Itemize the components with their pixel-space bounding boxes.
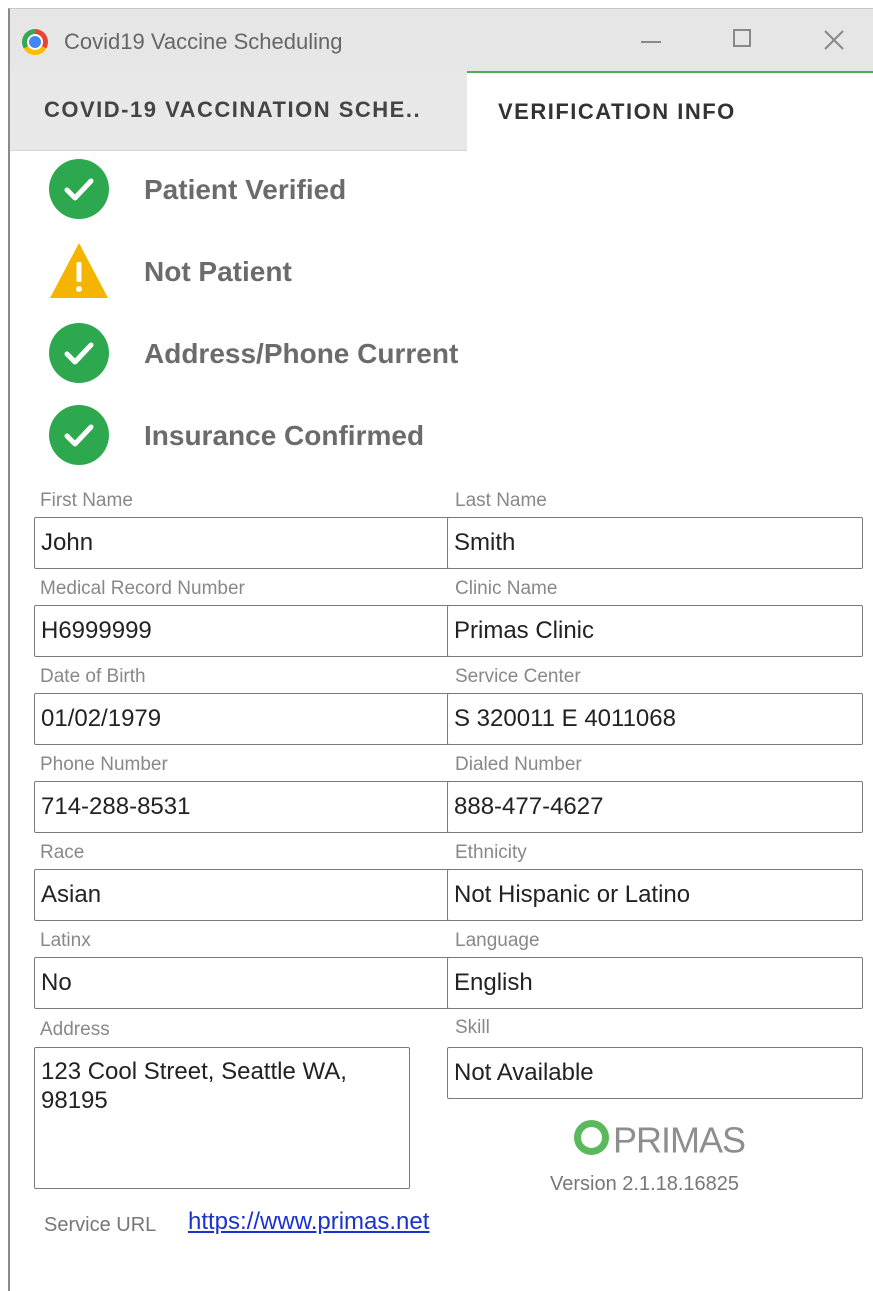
close-icon (824, 30, 844, 50)
service-center-label: Service Center (455, 666, 581, 687)
latinx-label: Latinx (40, 930, 91, 951)
clinic-name-field[interactable]: Primas Clinic (447, 605, 863, 657)
warning-triangle-icon (50, 243, 108, 298)
dialed-number-field[interactable]: 888-477-4627 (447, 781, 863, 833)
primas-logo: PRIMAS (574, 1117, 746, 1161)
dob-field[interactable]: 01/02/1979 (34, 693, 450, 745)
phone-label: Phone Number (40, 754, 168, 775)
logo-ring-icon (574, 1119, 609, 1155)
first-name-label: First Name (40, 490, 133, 511)
app-window: Covid19 Vaccine Scheduling COVID-19 VACC… (8, 8, 873, 1291)
status-insurance-confirmed: Insurance Confirmed (48, 404, 648, 468)
clinic-name-label: Clinic Name (455, 578, 558, 599)
window-title: Covid19 Vaccine Scheduling (64, 29, 343, 54)
tab-vaccination-scheduling[interactable]: COVID-19 VACCINATION SCHE.. (10, 71, 467, 151)
dob-label: Date of Birth (40, 666, 146, 687)
address-field[interactable]: 123 Cool Street, Seattle WA, 98195 (34, 1047, 410, 1189)
status-label: Patient Verified (144, 174, 347, 205)
check-circle-icon (49, 323, 109, 383)
skill-field[interactable]: Not Available (447, 1047, 863, 1099)
mrn-field[interactable]: H6999999 (34, 605, 450, 657)
tab-strip: COVID-19 VACCINATION SCHE.. VERIFICATION… (10, 71, 873, 151)
status-label: Not Patient (144, 256, 292, 287)
version-text: Version 2.1.18.16825 (550, 1173, 740, 1195)
address-label: Address (40, 1019, 110, 1040)
race-field[interactable]: Asian (34, 869, 450, 921)
dialed-number-label: Dialed Number (455, 754, 582, 775)
language-label: Language (455, 930, 540, 951)
ethnicity-label: Ethnicity (455, 842, 527, 863)
chrome-icon (22, 29, 48, 55)
status-label: Address/Phone Current (144, 338, 459, 369)
logo-text: PRIMAS (613, 1119, 746, 1161)
check-circle-icon (49, 405, 109, 465)
service-center-field[interactable]: S 320011 E 4011068 (447, 693, 863, 745)
close-button[interactable] (814, 23, 854, 57)
title-bar: Covid19 Vaccine Scheduling (10, 9, 873, 71)
skill-label: Skill (455, 1017, 490, 1038)
mrn-label: Medical Record Number (40, 578, 245, 599)
status-label: Insurance Confirmed (144, 420, 425, 451)
ethnicity-field[interactable]: Not Hispanic or Latino (447, 869, 863, 921)
race-label: Race (40, 842, 85, 863)
status-patient-verified: Patient Verified (48, 158, 648, 222)
minimize-icon (641, 41, 661, 43)
check-circle-icon (49, 159, 109, 219)
language-field[interactable]: English (447, 957, 863, 1009)
status-not-patient: Not Patient (48, 240, 648, 304)
first-name-field[interactable]: John (34, 517, 450, 569)
service-url-link[interactable]: https://www.primas.net (188, 1208, 429, 1236)
minimize-button[interactable] (631, 23, 671, 57)
last-name-field[interactable]: Smith (447, 517, 863, 569)
maximize-button[interactable] (723, 23, 763, 57)
tab-verification-info[interactable]: VERIFICATION INFO (467, 71, 873, 151)
status-address-phone-current: Address/Phone Current (48, 322, 648, 386)
maximize-icon (733, 29, 751, 47)
latinx-field[interactable]: No (34, 957, 450, 1009)
phone-field[interactable]: 714-288-8531 (34, 781, 450, 833)
last-name-label: Last Name (455, 490, 547, 511)
service-url-label: Service URL (44, 1214, 157, 1236)
